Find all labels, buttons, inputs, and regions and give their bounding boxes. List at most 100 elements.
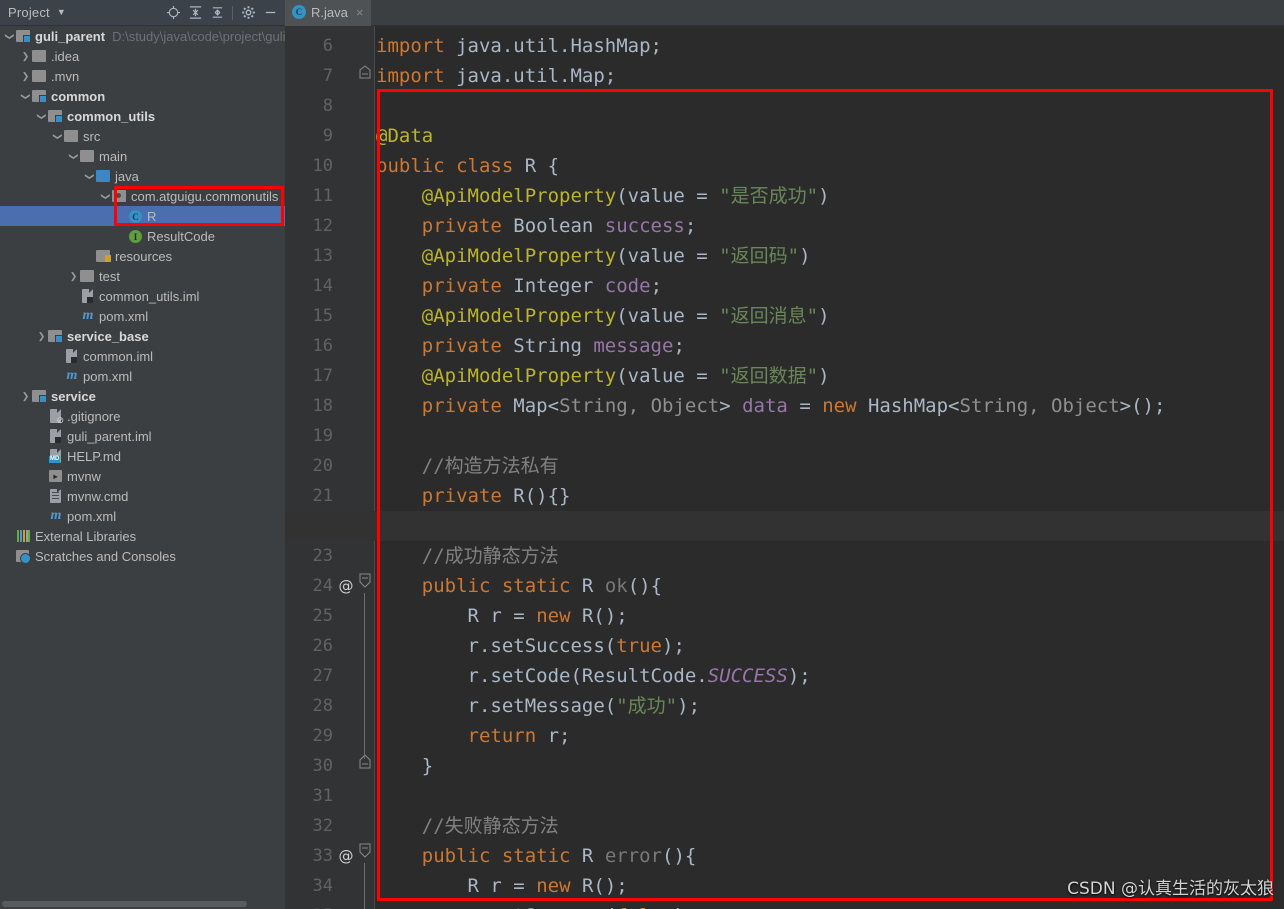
editor-tab-r-java[interactable]: C R.java × [285,0,372,26]
tree-row--gitignore[interactable]: ❯ .gitignore [0,406,285,426]
editor-code-area[interactable]: import java.util.HashMap; import java.uti… [285,26,1284,909]
tree-expand-arrow[interactable]: ❯ [85,171,95,182]
tree-row-main[interactable]: ❯ main [0,146,285,166]
tree-expand-arrow[interactable]: ❯ [20,71,31,81]
tree-row-common-utils-iml[interactable]: ❯ common_utils.iml [0,286,285,306]
editor-gutter[interactable]: 6789101112131415161718192021222324@25262… [285,26,375,909]
code-line: public static R ok(){ [421,575,663,597]
tree-row-label: .mvn [51,68,80,84]
tree-row-pom-xml[interactable]: ❯m pom.xml [0,506,285,526]
tree-expand-arrow[interactable]: ❯ [68,292,79,301]
tree-expand-arrow[interactable]: ❯ [36,492,47,501]
settings-gear-icon[interactable] [237,2,259,24]
tree-row-service[interactable]: ❯ service [0,386,285,406]
tree-row-label: resources [115,248,173,264]
line-number: 12 [312,216,333,236]
tree-row-external-libraries[interactable]: ❯ External Libraries [0,526,285,546]
tree-row-common[interactable]: ❯ common [0,86,285,106]
project-tree[interactable]: ❯ guli_parent D:\study\java\code\project\g… [0,26,285,898]
hide-tool-window-icon[interactable] [259,2,281,24]
tree-row-resources[interactable]: ❯ resources [0,246,285,266]
tree-expand-arrow[interactable]: ❯ [68,312,79,321]
code-fold-handle[interactable] [358,61,372,91]
tree-row--idea[interactable]: ❯ .idea [0,46,285,66]
tree-expand-arrow[interactable]: ❯ [20,391,31,401]
tree-expand-arrow[interactable]: ❯ [36,331,47,341]
tree-row-com-atguigu-commonutils[interactable]: ❯ com.atguigu.commonutils [0,186,285,206]
override-marker-icon[interactable]: @ [337,841,355,871]
tree-expand-arrow[interactable]: ❯ [36,452,47,461]
tree-expand-arrow[interactable]: ❯ [53,131,63,142]
tree-expand-arrow[interactable]: ❯ [69,151,79,162]
csdn-watermark: CSDN @认真生活的灰太狼 [1067,879,1274,899]
tree-expand-arrow[interactable]: ❯ [52,372,63,381]
locate-icon[interactable] [162,2,184,24]
code-line: import java.util.Map; [376,65,617,87]
collapse-all-icon[interactable] [184,2,206,24]
tree-expand-arrow[interactable]: ❯ [36,512,47,521]
cmd-file-icon [47,488,63,504]
line-number: 30 [312,756,333,776]
tree-row-mvnw[interactable]: ❯▸mvnw [0,466,285,486]
gitignore-file-icon [47,408,64,426]
tree-row-pom-xml[interactable]: ❯m pom.xml [0,306,285,326]
tree-row-guli-parent[interactable]: ❯ guli_parent D:\study\java\code\project\g… [0,26,285,46]
tree-row-pom-xml[interactable]: ❯m pom.xml [0,366,285,386]
tree-row-help-md[interactable]: ❯ HELP.md [0,446,285,466]
code-fold-handle[interactable] [358,841,372,871]
expand-all-icon[interactable] [206,2,228,24]
tree-row-r[interactable]: ❯CR [0,206,285,226]
tree-expand-arrow[interactable]: ❯ [21,91,31,102]
code-line: private Map<String, Object> data = new H… [421,395,1166,417]
tree-expand-arrow[interactable]: ❯ [36,412,47,421]
code-line: private R(){} [421,485,571,507]
code-line: } [421,755,434,777]
tree-expand-arrow[interactable]: ❯ [4,532,15,541]
tree-expand-arrow[interactable]: ❯ [68,271,79,281]
tree-row-label: Scratches and Consoles [35,548,176,564]
chevron-down-icon[interactable]: ▼ [57,8,66,17]
tree-row-resultcode[interactable]: ❯IResultCode [0,226,285,246]
tree-row-mvnw-cmd[interactable]: ❯ mvnw.cmd [0,486,285,506]
tree-expand-arrow[interactable]: ❯ [36,432,47,441]
tree-expand-arrow[interactable]: ❯ [37,111,47,122]
code-editor[interactable]: 6789101112131415161718192021222324@25262… [285,26,1284,909]
tree-row-service-base[interactable]: ❯ service_base [0,326,285,346]
tree-row-java[interactable]: ❯ java [0,166,285,186]
tree-row--mvn[interactable]: ❯ .mvn [0,66,285,86]
line-number: 28 [312,696,333,716]
tree-expand-arrow[interactable]: ❯ [20,51,31,61]
tree-row-label: .gitignore [67,408,121,424]
line-number: 26 [312,636,333,656]
tree-row-common-utils[interactable]: ❯ common_utils [0,106,285,126]
code-line: import java.util.HashMap; [376,35,662,57]
tree-row-common-iml[interactable]: ❯ common.iml [0,346,285,366]
code-line: R r = new R(); [467,605,628,627]
tree-row-test[interactable]: ❯ test [0,266,285,286]
tree-row-src[interactable]: ❯ src [0,126,285,146]
project-tree-horizontal-scrollbar[interactable] [0,898,285,909]
ide-window: Project ▼ C R.java × ❯ guli_parent D:\st… [0,0,1284,909]
tree-expand-arrow[interactable]: ❯ [101,191,111,202]
tree-expand-arrow[interactable]: ❯ [52,352,63,361]
tree-expand-arrow[interactable]: ❯ [4,552,15,561]
tree-row-label: test [99,268,120,284]
code-line: public static R error(){ [421,845,697,867]
code-line: private String message; [421,335,685,357]
tree-expand-arrow[interactable]: ❯ [5,31,15,42]
code-fold-handle[interactable] [358,571,372,601]
override-marker-icon[interactable]: @ [337,571,355,601]
tree-row-scratches-and-consoles[interactable]: ❯ Scratches and Consoles [0,546,285,566]
tree-expand-arrow[interactable]: ❯ [116,232,127,241]
code-line: //失败静态方法 [421,815,559,837]
project-tool-window-title[interactable]: Project [8,5,50,20]
code-fold-handle[interactable] [358,751,372,781]
tree-row-label: java [115,168,139,184]
tree-row-guli-parent-iml[interactable]: ❯ guli_parent.iml [0,426,285,446]
close-icon[interactable]: × [356,5,364,20]
code-line: private Boolean success; [421,215,697,237]
tree-expand-arrow[interactable]: ❯ [36,472,47,481]
tree-expand-arrow[interactable]: ❯ [116,212,127,221]
tree-expand-arrow[interactable]: ❯ [84,252,95,261]
folder-icon [79,268,95,284]
